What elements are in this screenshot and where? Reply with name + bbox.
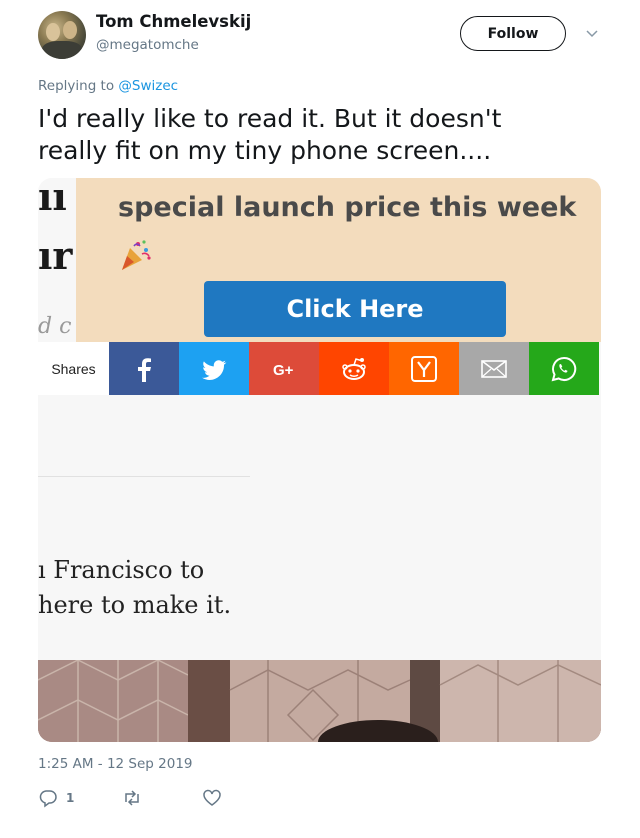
tweet-timestamp[interactable]: 1:25 AM - 12 Sep 2019	[38, 756, 193, 772]
tweet-media-image[interactable]: ıı ır d c ı Francisco to here to make it…	[38, 178, 601, 742]
reply-icon	[39, 790, 57, 808]
article-text-line: ı Francisco to	[38, 556, 205, 584]
whatsapp-icon	[551, 356, 577, 381]
reply-mention-link[interactable]: @Swizec	[118, 78, 178, 94]
twitter-bird-icon	[202, 359, 227, 380]
reply-prefix: Replying to	[38, 78, 119, 94]
retweet-button[interactable]	[122, 788, 142, 808]
article-byline-fragment: d c	[38, 314, 72, 339]
replying-to: Replying to @Swizec	[38, 78, 178, 94]
whatsapp-share-button[interactable]	[529, 342, 599, 395]
email-share-button[interactable]	[459, 342, 529, 395]
reddit-alien-icon	[342, 357, 366, 380]
google-plus-icon: G+	[273, 362, 294, 379]
author-handle[interactable]: @megatomche	[96, 37, 199, 53]
tweet-text-line-1: I'd really like to read it. But it doesn…	[38, 104, 502, 133]
facebook-share-button[interactable]	[109, 342, 179, 395]
divider	[38, 476, 250, 477]
svg-text:G+: G+	[273, 362, 294, 379]
promo-banner: special launch price this week Click Her…	[76, 178, 601, 342]
hacker-news-icon	[411, 355, 437, 382]
retweet-icon	[125, 790, 140, 806]
tweet-actions: 1	[38, 788, 260, 808]
shares-label: Shares	[38, 342, 109, 395]
article-heading-fragment: ıı	[38, 178, 67, 219]
tweet-text-line-2: really fit on my tiny phone screen....	[38, 136, 492, 165]
reddit-share-button[interactable]	[319, 342, 389, 395]
author-name[interactable]: Tom Chmelevskij	[96, 12, 251, 31]
reply-count: 1	[66, 791, 75, 805]
facebook-icon	[138, 357, 151, 382]
stained-glass-photo	[38, 660, 601, 742]
article-text-line: here to make it.	[38, 591, 232, 619]
article-heading-fragment: ır	[38, 233, 73, 278]
envelope-icon	[481, 359, 507, 378]
like-button[interactable]	[202, 788, 222, 808]
follow-button[interactable]: Follow	[460, 16, 566, 51]
promo-text: special launch price this week	[118, 192, 577, 223]
twitter-share-button[interactable]	[179, 342, 249, 395]
click-here-button[interactable]: Click Here	[204, 281, 506, 337]
tweet-text: I'd really like to read it. But it doesn…	[38, 103, 608, 167]
hacker-news-share-button[interactable]	[389, 342, 459, 395]
chevron-down-icon[interactable]	[584, 25, 600, 41]
google-plus-share-button[interactable]: G+	[249, 342, 319, 395]
reply-button[interactable]: 1	[38, 788, 74, 808]
heart-icon	[203, 789, 222, 806]
avatar[interactable]	[38, 11, 86, 59]
party-popper-icon	[122, 240, 151, 270]
share-bar: Shares G+	[38, 342, 601, 395]
